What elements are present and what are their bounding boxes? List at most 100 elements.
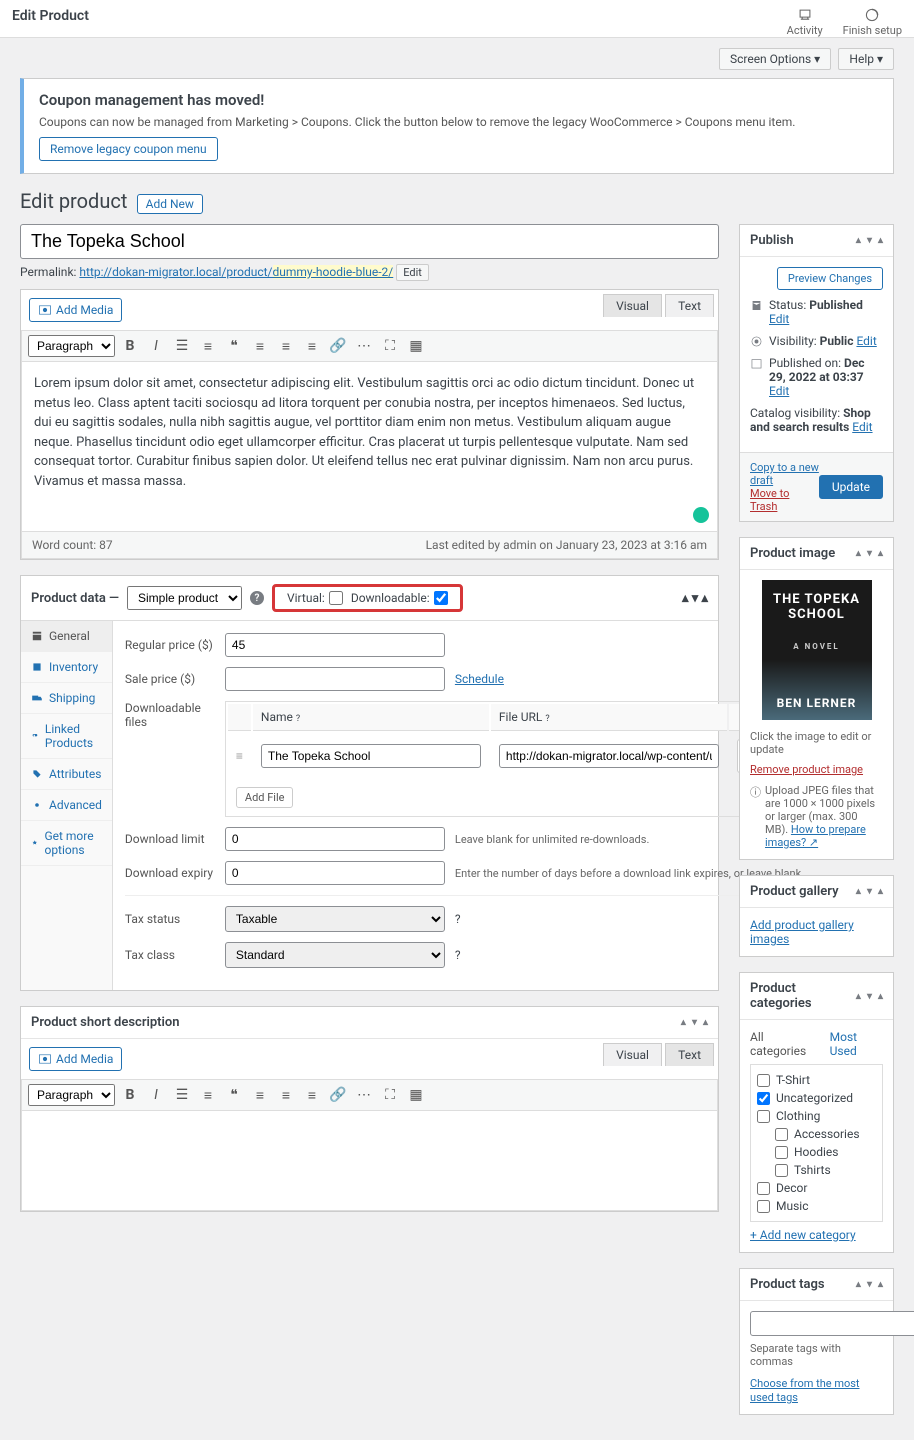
panel-up-icon[interactable]: ▴ <box>856 886 861 897</box>
screen-options-button[interactable]: Screen Options ▾ <box>719 48 831 70</box>
help-icon[interactable]: ? <box>296 714 300 724</box>
link-icon[interactable]: 🔗 <box>327 1084 349 1106</box>
tab-linked-products[interactable]: Linked Products <box>21 714 112 759</box>
download-expiry-input[interactable] <box>225 861 445 885</box>
link-icon[interactable]: 🔗 <box>327 335 349 357</box>
product-image-thumbnail[interactable]: THE TOPEKA SCHOOL A NOVEL BEN LERNER <box>762 580 872 720</box>
help-icon[interactable]: ? <box>545 714 549 724</box>
panel-toggle-icon[interactable]: ▴ <box>878 548 883 559</box>
preview-changes-button[interactable]: Preview Changes <box>777 267 883 290</box>
panel-toggle-icon[interactable]: ▴ <box>878 1279 883 1290</box>
add-new-button[interactable]: Add New <box>137 194 203 214</box>
tab-general[interactable]: General <box>21 621 112 652</box>
fullscreen-icon[interactable]: ⛶ <box>379 1084 401 1106</box>
copy-draft-link[interactable]: Copy to a new draft <box>750 461 819 487</box>
tab-shipping[interactable]: Shipping <box>21 683 112 714</box>
tax-class-select[interactable]: Standard <box>225 942 445 968</box>
cat-tab-all[interactable]: All categories <box>750 1030 818 1058</box>
quote-icon[interactable]: ❝ <box>223 335 245 357</box>
panel-down-icon[interactable]: ▾ <box>867 235 872 246</box>
add-media-button[interactable]: Add Media <box>29 298 122 322</box>
download-name-input[interactable] <box>261 744 481 768</box>
tag-input[interactable] <box>750 1311 914 1336</box>
bullet-list-icon[interactable]: ☰ <box>171 1084 193 1106</box>
tab-advanced[interactable]: Advanced <box>21 790 112 821</box>
panel-up-icon[interactable]: ▴ <box>856 548 861 559</box>
product-title-input[interactable] <box>20 224 719 259</box>
panel-down-icon[interactable]: ▾ <box>692 1017 697 1028</box>
remove-product-image-link[interactable]: Remove product image <box>750 763 863 776</box>
panel-down-icon[interactable]: ▾ <box>692 591 699 606</box>
panel-up-icon[interactable]: ▴ <box>856 1279 861 1290</box>
align-right-icon[interactable]: ≡ <box>301 1084 323 1106</box>
add-file-button[interactable]: Add File <box>236 787 294 808</box>
permalink-edit-button[interactable]: Edit <box>396 264 429 281</box>
activity-button[interactable]: Activity <box>787 8 823 37</box>
cat-tshirts[interactable]: Tshirts <box>775 1161 876 1179</box>
quote-icon[interactable]: ❝ <box>223 1084 245 1106</box>
cat-uncategorized[interactable]: Uncategorized <box>757 1089 876 1107</box>
panel-toggle-icon[interactable]: ▴ <box>878 235 883 246</box>
short-description-editor[interactable] <box>21 1111 718 1211</box>
toolbar-toggle-icon[interactable]: ▦ <box>405 1084 427 1106</box>
panel-toggle-icon[interactable]: ▴ <box>703 1017 708 1028</box>
download-url-input[interactable] <box>499 744 719 768</box>
cat-hoodies[interactable]: Hoodies <box>775 1143 876 1161</box>
italic-icon[interactable]: I <box>145 335 167 357</box>
panel-toggle-icon[interactable]: ▴ <box>878 991 883 1002</box>
bold-icon[interactable]: B <box>119 1084 141 1106</box>
panel-down-icon[interactable]: ▾ <box>867 991 872 1002</box>
cat-decor[interactable]: Decor <box>757 1179 876 1197</box>
sale-price-input[interactable] <box>225 667 445 691</box>
add-new-category-link[interactable]: + Add new category <box>750 1228 883 1242</box>
panel-toggle-icon[interactable]: ▴ <box>878 886 883 897</box>
numbered-list-icon[interactable]: ≡ <box>197 335 219 357</box>
drag-handle-icon[interactable]: ≡ <box>228 733 251 779</box>
help-button[interactable]: Help ▾ <box>838 48 894 70</box>
panel-up-icon[interactable]: ▴ <box>682 591 689 606</box>
italic-icon[interactable]: I <box>145 1084 167 1106</box>
finish-setup-button[interactable]: Finish setup <box>843 8 902 37</box>
paragraph-select[interactable]: Paragraph <box>28 335 115 357</box>
schedule-link[interactable]: Schedule <box>455 672 504 686</box>
visual-tab[interactable]: Visual <box>603 294 662 317</box>
align-right-icon[interactable]: ≡ <box>301 335 323 357</box>
align-left-icon[interactable]: ≡ <box>249 1084 271 1106</box>
more-icon[interactable]: ⋯ <box>353 1084 375 1106</box>
more-icon[interactable]: ⋯ <box>353 335 375 357</box>
remove-coupon-menu-button[interactable]: Remove legacy coupon menu <box>39 137 218 161</box>
downloadable-checkbox[interactable] <box>434 591 448 605</box>
permalink-link[interactable]: http://dokan-migrator.local/product/dumm… <box>79 265 393 279</box>
cat-tshirt[interactable]: T-Shirt <box>757 1071 876 1089</box>
help-icon[interactable]: ? <box>455 948 461 962</box>
fullscreen-icon[interactable]: ⛶ <box>379 335 401 357</box>
visual-tab-short[interactable]: Visual <box>603 1043 662 1066</box>
bullet-list-icon[interactable]: ☰ <box>171 335 193 357</box>
help-icon[interactable]: ? <box>250 591 264 605</box>
panel-down-icon[interactable]: ▾ <box>867 1279 872 1290</box>
text-tab[interactable]: Text <box>665 294 714 317</box>
bold-icon[interactable]: B <box>119 335 141 357</box>
panel-toggle-icon[interactable]: ▴ <box>701 591 708 606</box>
edit-visibility-link[interactable]: Edit <box>856 334 876 348</box>
add-media-button-short[interactable]: Add Media <box>29 1047 122 1071</box>
tab-attributes[interactable]: Attributes <box>21 759 112 790</box>
paragraph-select-short[interactable]: Paragraph <box>28 1084 115 1106</box>
align-center-icon[interactable]: ≡ <box>275 335 297 357</box>
panel-up-icon[interactable]: ▴ <box>856 235 861 246</box>
product-type-select[interactable]: Simple product <box>127 586 242 610</box>
align-center-icon[interactable]: ≡ <box>275 1084 297 1106</box>
editor-content[interactable]: Lorem ipsum dolor sit amet, consectetur … <box>21 362 718 532</box>
grammarly-icon[interactable] <box>693 507 709 523</box>
panel-up-icon[interactable]: ▴ <box>856 991 861 1002</box>
edit-catalog-link[interactable]: Edit <box>852 420 872 434</box>
panel-down-icon[interactable]: ▾ <box>867 886 872 897</box>
move-to-trash-link[interactable]: Move to Trash <box>750 487 819 513</box>
update-button[interactable]: Update <box>819 475 883 499</box>
virtual-checkbox[interactable] <box>329 591 343 605</box>
edit-status-link[interactable]: Edit <box>769 312 789 326</box>
tax-status-select[interactable]: Taxable <box>225 906 445 932</box>
tab-get-more-options[interactable]: Get more options <box>21 821 112 866</box>
regular-price-input[interactable] <box>225 633 445 657</box>
toolbar-toggle-icon[interactable]: ▦ <box>405 335 427 357</box>
